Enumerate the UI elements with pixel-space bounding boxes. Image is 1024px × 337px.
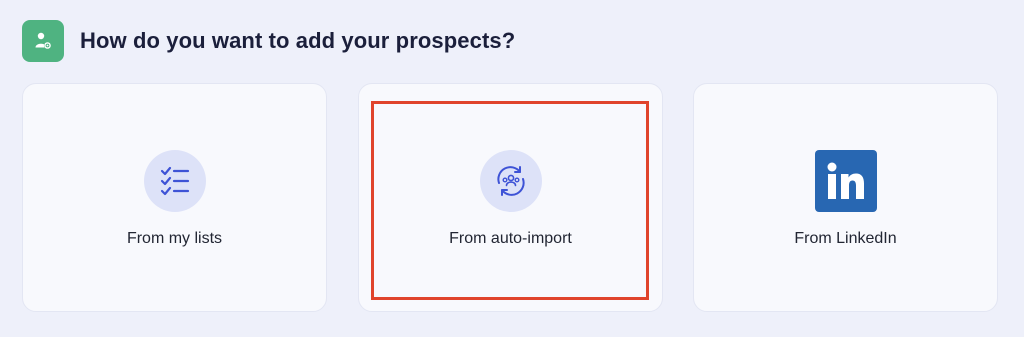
- option-label: From LinkedIn: [794, 230, 897, 247]
- option-card-from-auto-import[interactable]: From auto-import: [358, 83, 663, 312]
- option-card-from-my-lists[interactable]: From my lists: [22, 83, 327, 312]
- sync-people-icon: [479, 150, 542, 212]
- option-label: From my lists: [126, 230, 223, 247]
- option-card-from-linkedin[interactable]: From LinkedIn: [693, 83, 998, 312]
- checklist-icon: [143, 150, 206, 212]
- option-label: From auto-import: [449, 230, 572, 247]
- page-title: How do you want to add your prospects?: [80, 28, 516, 53]
- linkedin-icon: [814, 150, 877, 212]
- user-gear-icon: [22, 20, 64, 62]
